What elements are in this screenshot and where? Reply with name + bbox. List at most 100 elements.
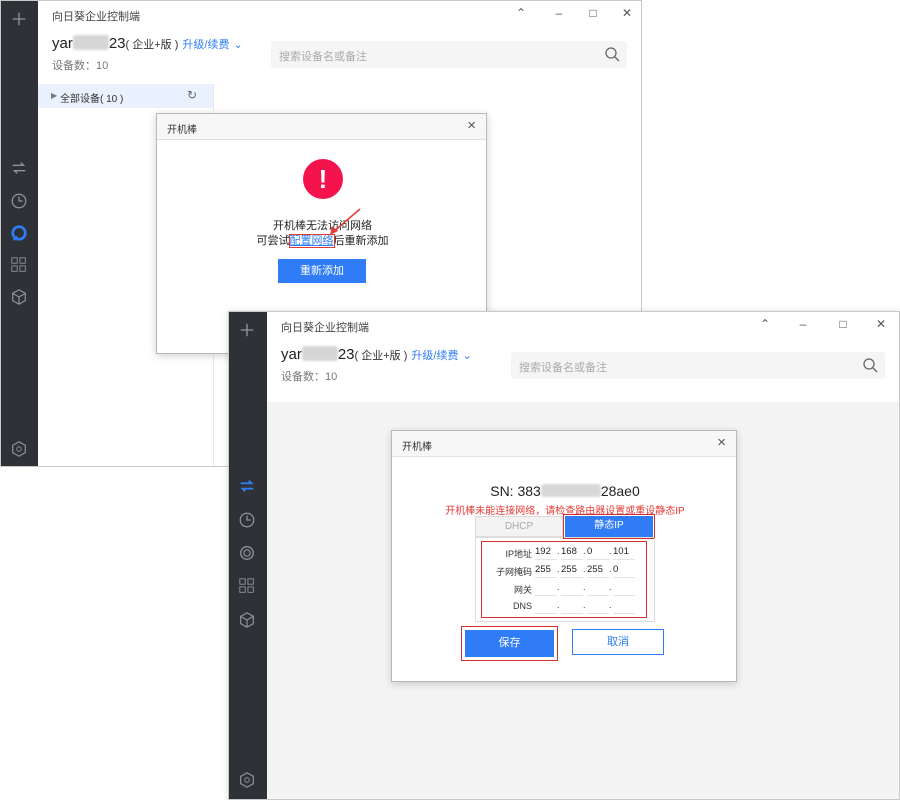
cancel-button[interactable]: 取消 <box>572 629 664 655</box>
title-bar: 向日葵企业控制端 ⌃ – □ ✕ <box>38 1 641 27</box>
minimize-icon[interactable]: – <box>551 5 567 21</box>
sunflower-icon[interactable] <box>9 223 29 243</box>
plus-icon[interactable] <box>9 9 29 29</box>
mask-octet-field[interactable]: 255 <box>561 564 583 578</box>
serial-number: SN: 383 28ae0 <box>392 483 738 499</box>
save-button[interactable]: 保存 <box>465 630 554 657</box>
mask-octet-field[interactable]: 0 <box>613 564 635 578</box>
left-rail <box>1 1 38 466</box>
field-label: 子网掩码 <box>495 567 532 577</box>
annotation-arrow-icon <box>330 208 361 235</box>
close-icon[interactable]: ✕ <box>619 5 635 21</box>
dns-octet-field[interactable] <box>587 600 609 614</box>
refresh-icon[interactable]: ↻ <box>187 88 197 102</box>
sunflower-icon[interactable] <box>237 543 257 563</box>
warning-message: 开机棒未能连接网络，请检查路由器设置或重设静态IP <box>445 506 685 517</box>
account-name-prefix: yar <box>52 35 73 52</box>
close-icon[interactable]: × <box>717 434 726 451</box>
octet-dot: . <box>583 582 586 592</box>
collapse-icon[interactable]: ⌃ <box>757 316 773 332</box>
octet-dot: . <box>609 546 612 556</box>
account-header: yar 23( 企业+版 ) 升级/续费 ⌄ 设备数：10 搜索设备名或备注 <box>267 338 899 394</box>
grid-icon[interactable] <box>237 576 257 596</box>
static-ip-dialog: 开机棒 × SN: 383 28ae0 开机棒未能连接网络，请检查路由器设置或重设… <box>391 430 737 682</box>
search-icon[interactable] <box>862 357 878 373</box>
cube-icon[interactable] <box>9 287 29 307</box>
octet-dot: . <box>609 582 612 592</box>
chevron-down-icon[interactable]: ⌄ <box>233 39 242 51</box>
mask-octet-field[interactable]: 255 <box>587 564 609 578</box>
collapse-icon[interactable]: ⌃ <box>513 5 529 21</box>
clock-icon[interactable] <box>9 191 29 211</box>
cube-icon[interactable] <box>237 610 257 630</box>
maximize-icon[interactable]: □ <box>585 5 601 21</box>
close-icon[interactable]: × <box>467 117 476 134</box>
account-name-prefix: yar <box>281 346 302 363</box>
maximize-icon[interactable]: □ <box>835 316 851 332</box>
account-name: yar 23( 企业+版 ) 升级/续费 ⌄ <box>52 35 243 52</box>
tab-dhcp[interactable]: DHCP <box>475 516 563 537</box>
upgrade-link[interactable]: 升级/续费 <box>411 350 458 362</box>
dialog-title-bar: 开机棒 × <box>392 431 736 457</box>
transfer-icon[interactable] <box>9 158 29 178</box>
ip-octet-field[interactable]: 192 <box>535 546 557 560</box>
minimize-icon[interactable]: – <box>795 316 811 332</box>
settings-hex-icon[interactable] <box>9 439 29 459</box>
save-highlight: 保存 <box>461 626 558 661</box>
ip-octet-field[interactable]: 101 <box>613 546 635 560</box>
mask-octet-field[interactable]: 255 <box>535 564 557 578</box>
transfer-icon[interactable] <box>237 476 257 496</box>
account-header: yar 23( 企业+版 ) 升级/续费 ⌄ 设备数：10 搜索设备名或备注 <box>38 27 641 83</box>
gateway-octet-field[interactable] <box>613 582 635 596</box>
search-input[interactable]: 搜索设备名或备注 <box>511 352 885 379</box>
dialog-title: 开机棒 <box>402 442 432 453</box>
gateway-octet-field[interactable] <box>587 582 609 596</box>
re-add-button[interactable]: 重新添加 <box>278 259 366 283</box>
subnet-mask-row: 子网掩码 255 . 255 . 255 . 0 <box>482 561 648 579</box>
close-icon[interactable]: ✕ <box>873 316 889 332</box>
ip-octet-field[interactable]: 0 <box>587 546 609 560</box>
chevron-down-icon[interactable]: ⌄ <box>462 350 471 362</box>
hint-prefix: 可尝试 <box>256 235 290 247</box>
highlight-box: IP地址 192 . 168 . 0 . 101 子网掩码 255 . 255 … <box>481 541 647 618</box>
expand-arrow-icon[interactable]: ▶ <box>51 91 57 100</box>
octet-dot: . <box>583 564 586 574</box>
dns-octet-field[interactable] <box>561 600 583 614</box>
window-title: 向日葵企业控制端 <box>281 322 369 334</box>
search-placeholder: 搜索设备名或备注 <box>519 362 607 374</box>
search-input[interactable]: 搜索设备名或备注 <box>271 41 627 68</box>
gateway-octet-field[interactable] <box>561 582 583 596</box>
octet-dot: . <box>609 564 612 574</box>
octet-dot: . <box>557 582 560 592</box>
gateway-octet-field[interactable] <box>535 582 557 596</box>
window-title: 向日葵企业控制端 <box>52 11 140 23</box>
tab-static-ip[interactable]: 静态IP <box>563 514 655 539</box>
dns-octet-field[interactable] <box>613 600 635 614</box>
settings-hex-icon[interactable] <box>237 770 257 790</box>
account-name-suffix: 23 <box>108 35 126 52</box>
search-icon[interactable] <box>604 46 620 62</box>
dns-octet-field[interactable] <box>535 600 557 614</box>
redacted-block <box>72 35 109 50</box>
field-label: DNS <box>512 601 532 611</box>
gateway-row: 网关 . . . <box>482 579 648 597</box>
dialog-title-bar: 开机棒 × <box>157 114 486 140</box>
left-rail <box>229 312 267 799</box>
octet-dot: . <box>557 564 560 574</box>
grid-icon[interactable] <box>9 255 29 275</box>
sn-prefix: SN: 383 <box>490 483 541 499</box>
account-name-suffix: 23 <box>337 346 355 363</box>
tree-item-all-devices[interactable]: ▶ 全部设备( 10 ) ↻ <box>38 84 213 108</box>
dialog-title: 开机棒 <box>167 125 197 136</box>
search-placeholder: 搜索设备名或备注 <box>279 51 367 63</box>
redacted-block <box>540 484 601 497</box>
edition-label: ( 企业+版 ) <box>125 39 179 51</box>
ip-octet-field[interactable]: 168 <box>561 546 583 560</box>
clock-icon[interactable] <box>237 510 257 530</box>
device-count: 设备数：10 <box>281 371 338 383</box>
tree-item-label: 全部设备( 10 ) <box>60 94 124 105</box>
upgrade-link[interactable]: 升级/续费 <box>182 39 229 51</box>
edition-label: ( 企业+版 ) <box>354 350 408 362</box>
plus-icon[interactable] <box>237 320 257 340</box>
account-name: yar 23( 企业+版 ) 升级/续费 ⌄ <box>281 346 472 363</box>
